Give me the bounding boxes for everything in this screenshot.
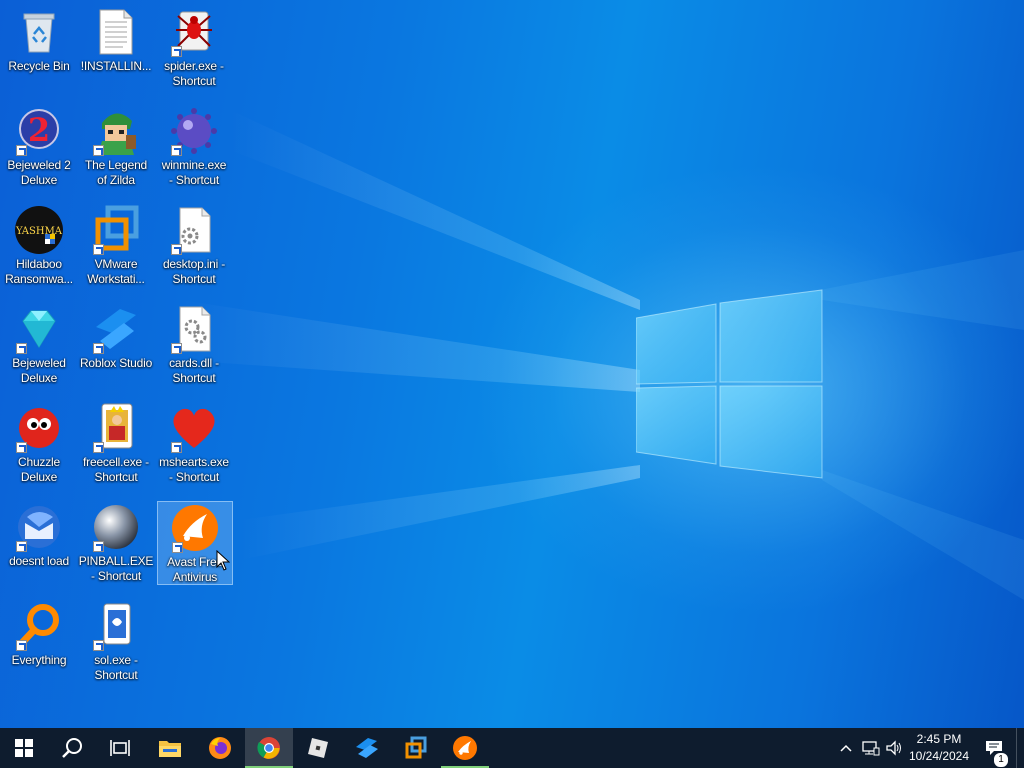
desktop-icon-cardsdll[interactable]: cards.dll - Shortcut <box>156 303 232 385</box>
clock-time: 2:45 PM <box>916 732 962 746</box>
shortcut-arrow-icon <box>16 541 27 552</box>
show-hidden-icons-button[interactable] <box>836 728 856 768</box>
desktop-icon-pinball[interactable]: PINBALL.EXE - Shortcut <box>78 501 154 583</box>
shortcut-arrow-icon <box>93 343 104 354</box>
shortcut-arrow-icon <box>16 442 27 453</box>
clock[interactable]: 2:45 PM 10/24/2024 <box>902 731 976 765</box>
icon-label: Roblox Studio <box>79 356 153 370</box>
desktop-icon-spider[interactable]: spider.exe - Shortcut <box>156 6 232 88</box>
icon-label: sol.exe - Shortcut <box>94 653 138 682</box>
icon-label: spider.exe - Shortcut <box>164 59 224 88</box>
search-icon <box>62 738 82 758</box>
icon-label: The Legend of Zilda <box>84 158 148 187</box>
shortcut-arrow-icon <box>171 46 182 57</box>
desktop-icon-desktopini[interactable]: desktop.ini - Shortcut <box>156 204 232 286</box>
windows-wallpaper-logo-icon <box>636 289 823 479</box>
desktop-icon-sol[interactable]: sol.exe - Shortcut <box>78 600 154 682</box>
desktop-icon-hildaboo[interactable]: YASHMA Hildaboo Ransomwa... <box>1 204 77 286</box>
text-file-icon <box>99 9 133 55</box>
hildaboo-icon: YASHMA <box>15 206 63 254</box>
network-button[interactable] <box>860 728 882 768</box>
shortcut-arrow-icon <box>171 442 182 453</box>
icon-label: Bejeweled 2 Deluxe <box>7 158 71 187</box>
speaker-icon <box>886 740 901 756</box>
roblox-studio-icon <box>356 738 378 758</box>
icon-label: cards.dll - Shortcut <box>169 356 219 385</box>
vmware-icon <box>405 736 427 759</box>
desktop-icon-bejeweled[interactable]: Bejeweled Deluxe <box>1 303 77 385</box>
icon-label: mshearts.exe - Shortcut <box>159 455 229 484</box>
desktop[interactable]: Recycle Bin !INSTALLIN... spider.exe - S… <box>0 0 1024 728</box>
show-desktop-button[interactable] <box>1016 728 1024 768</box>
icon-label: freecell.exe - Shortcut <box>83 455 149 484</box>
task-view-icon <box>110 740 130 756</box>
desktop-icon-installing[interactable]: !INSTALLIN... <box>78 6 154 88</box>
desktop-icon-bejeweled2[interactable]: 2 Bejeweled 2 Deluxe <box>1 105 77 187</box>
icon-label: doesnt load <box>9 554 69 568</box>
avast-icon <box>453 736 477 760</box>
desktop-icon-freecell[interactable]: freecell.exe - Shortcut <box>78 402 154 484</box>
shortcut-arrow-icon <box>93 541 104 552</box>
chrome-icon <box>257 737 280 759</box>
taskbar-vmware[interactable] <box>392 728 440 768</box>
icon-label: Everything <box>11 653 67 667</box>
shortcut-arrow-icon <box>93 145 104 156</box>
icon-label: !INSTALLIN... <box>80 59 152 73</box>
shortcut-arrow-icon <box>16 640 27 651</box>
desktop-icon-winmine[interactable]: winmine.exe - Shortcut <box>156 105 232 187</box>
desktop-icon-zilda[interactable]: The Legend of Zilda <box>78 105 154 187</box>
taskbar-firefox[interactable] <box>196 728 244 768</box>
shortcut-arrow-icon <box>16 343 27 354</box>
taskbar: 2:45 PM 10/24/2024 <box>0 728 1024 768</box>
taskbar-roblox-studio[interactable] <box>343 728 391 768</box>
svg-text:2: 2 <box>28 111 50 149</box>
clock-date: 10/24/2024 <box>908 749 970 763</box>
svg-text:YASHMA: YASHMA <box>15 226 63 237</box>
desktop-icon-roblox-studio[interactable]: Roblox Studio <box>78 303 154 385</box>
shortcut-arrow-icon <box>93 442 104 453</box>
desktop-icon-recycle-bin[interactable]: Recycle Bin <box>1 6 77 88</box>
start-button[interactable] <box>0 728 48 768</box>
shortcut-arrow-icon <box>93 244 104 255</box>
shortcut-arrow-icon <box>171 244 182 255</box>
taskbar-avast[interactable] <box>441 728 489 768</box>
shortcut-arrow-icon <box>171 145 182 156</box>
mouse-cursor-icon <box>216 550 230 571</box>
icon-label: winmine.exe - Shortcut <box>161 158 227 187</box>
icon-label: VMware Workstati... <box>87 257 145 286</box>
firefox-icon <box>209 737 231 759</box>
shortcut-arrow-icon <box>171 343 182 354</box>
shortcut-arrow-icon <box>16 145 27 156</box>
icon-label: PINBALL.EXE - Shortcut <box>78 554 154 583</box>
folder-icon <box>159 741 181 757</box>
desktop-icon-everything[interactable]: Everything <box>1 600 77 682</box>
chevron-up-icon <box>840 744 852 752</box>
desktop-icon-vmware[interactable]: VMware Workstati... <box>78 204 154 286</box>
shortcut-arrow-icon <box>93 640 104 651</box>
roblox-icon <box>308 738 328 758</box>
notification-count-badge: 1 <box>993 752 1009 768</box>
network-icon <box>862 741 880 756</box>
icon-label: Bejeweled Deluxe <box>12 356 66 385</box>
icon-label: Recycle Bin <box>8 59 70 73</box>
taskbar-roblox[interactable] <box>294 728 342 768</box>
desktop-icon-chuzzle[interactable]: Chuzzle Deluxe <box>1 402 77 484</box>
desktop-icon-mshearts[interactable]: mshearts.exe - Shortcut <box>156 402 232 484</box>
desktop-icon-doesnt-load[interactable]: doesnt load <box>1 501 77 583</box>
taskbar-chrome[interactable] <box>245 728 293 768</box>
desktop-icon-avast[interactable]: Avast Free Antivirus <box>157 501 233 585</box>
icon-label: Chuzzle Deluxe <box>18 455 60 484</box>
windows-logo-icon <box>15 739 33 757</box>
search-button[interactable] <box>48 728 96 768</box>
icon-label: desktop.ini - Shortcut <box>162 257 226 286</box>
task-view-button[interactable] <box>96 728 144 768</box>
taskbar-file-explorer[interactable] <box>146 728 194 768</box>
shortcut-arrow-icon <box>172 542 183 553</box>
icon-label: Hildaboo Ransomwa... <box>5 257 73 286</box>
recycle-bin-icon <box>23 13 55 53</box>
